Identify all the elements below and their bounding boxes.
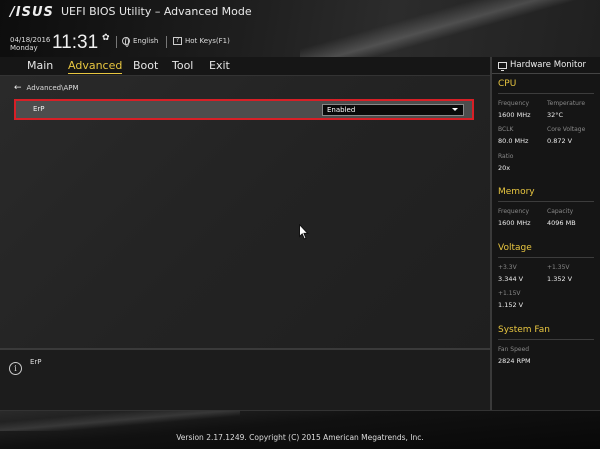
app-title: UEFI BIOS Utility – Advanced Mode bbox=[61, 5, 252, 18]
weekday: Monday bbox=[10, 44, 38, 52]
hardware-monitor-label: Hardware Monitor bbox=[510, 60, 587, 70]
language-label: English bbox=[133, 37, 159, 45]
fan-speed-label: Fan Speed bbox=[498, 346, 530, 353]
cpu-temperature-label: Temperature bbox=[547, 100, 586, 107]
menu-bar: Main Advanced Boot Tool Exit bbox=[0, 57, 490, 75]
cpu-section-title: CPU bbox=[498, 79, 517, 89]
hotkeys-label: Hot Keys(F1) bbox=[185, 37, 230, 45]
bclk-value: 80.0 MHz bbox=[498, 137, 529, 145]
divider bbox=[498, 257, 594, 258]
tab-advanced[interactable]: Advanced bbox=[68, 59, 123, 74]
memory-frequency-label: Frequency bbox=[498, 208, 529, 215]
divider bbox=[166, 36, 167, 48]
main-panel: ← Advanced\APM ErP Enabled bbox=[0, 75, 490, 348]
arrow-left-icon[interactable]: ← bbox=[14, 83, 22, 93]
breadcrumb-path: Advanced\APM bbox=[26, 84, 79, 92]
memory-capacity-value: 4096 MB bbox=[547, 219, 576, 227]
info-icon: i bbox=[9, 362, 22, 375]
hotkeys-button[interactable]: ? Hot Keys(F1) bbox=[173, 37, 230, 45]
tab-tool[interactable]: Tool bbox=[172, 59, 193, 72]
memory-frequency-value: 1600 MHz bbox=[498, 219, 531, 227]
setting-row-erp[interactable]: ErP Enabled bbox=[14, 99, 474, 120]
footer: Version 2.17.1249. Copyright (C) 2015 Am… bbox=[0, 410, 600, 449]
divider bbox=[492, 73, 600, 74]
date-display: 04/18/2016 Monday bbox=[10, 36, 50, 52]
tab-boot[interactable]: Boot bbox=[133, 59, 158, 72]
core-voltage-value: 0.872 V bbox=[547, 137, 573, 145]
divider bbox=[498, 339, 594, 340]
tab-exit[interactable]: Exit bbox=[209, 59, 230, 72]
v135-value: 1.352 V bbox=[547, 275, 573, 283]
v115-value: 1.152 V bbox=[498, 301, 524, 309]
core-voltage-label: Core Voltage bbox=[547, 126, 586, 133]
cpu-frequency-value: 1600 MHz bbox=[498, 111, 531, 119]
v115-label: +1.15V bbox=[498, 290, 521, 297]
erp-select-value: Enabled bbox=[327, 106, 356, 114]
monitor-icon bbox=[498, 61, 507, 71]
bios-screen: /ISUS UEFI BIOS Utility – Advanced Mode … bbox=[0, 0, 600, 449]
voltage-section-title: Voltage bbox=[498, 243, 532, 253]
ratio-value: 20x bbox=[498, 164, 511, 172]
fan-speed-value: 2824 RPM bbox=[498, 357, 531, 365]
cpu-temperature-value: 32°C bbox=[547, 111, 564, 119]
date: 04/18/2016 bbox=[10, 36, 51, 44]
version-text: Version 2.17.1249. Copyright (C) 2015 Am… bbox=[176, 433, 424, 442]
breadcrumb[interactable]: ← Advanced\APM bbox=[14, 83, 79, 93]
chevron-down-icon bbox=[452, 108, 458, 111]
header: /ISUS UEFI BIOS Utility – Advanced Mode … bbox=[0, 0, 600, 68]
cpu-frequency-label: Frequency bbox=[498, 100, 529, 107]
erp-select[interactable]: Enabled bbox=[322, 104, 464, 116]
divider bbox=[498, 201, 594, 202]
help-box-icon: ? bbox=[173, 37, 182, 45]
v33-value: 3.344 V bbox=[498, 275, 524, 283]
fan-section-title: System Fan bbox=[498, 325, 550, 335]
bclk-label: BCLK bbox=[498, 126, 514, 133]
globe-icon bbox=[122, 37, 130, 47]
help-panel: i ErP bbox=[0, 348, 490, 410]
v33-label: +3.3V bbox=[498, 264, 517, 271]
divider bbox=[116, 36, 117, 48]
divider bbox=[498, 93, 594, 94]
gear-icon[interactable]: ✿ bbox=[102, 33, 110, 43]
hardware-monitor: Hardware Monitor CPU Frequency Temperatu… bbox=[490, 57, 600, 410]
setting-label: ErP bbox=[33, 105, 45, 113]
v135-label: +1.35V bbox=[547, 264, 570, 271]
brand-logo: /ISUS bbox=[10, 5, 54, 20]
language-button[interactable]: English bbox=[122, 37, 159, 47]
tab-main[interactable]: Main bbox=[27, 59, 53, 72]
help-text: ErP bbox=[30, 358, 42, 366]
footer-decoration bbox=[0, 411, 240, 431]
clock: 11:31 bbox=[52, 32, 99, 53]
memory-section-title: Memory bbox=[498, 187, 535, 197]
hardware-monitor-title: Hardware Monitor bbox=[498, 60, 587, 71]
ratio-label: Ratio bbox=[498, 153, 514, 160]
memory-capacity-label: Capacity bbox=[547, 208, 574, 215]
